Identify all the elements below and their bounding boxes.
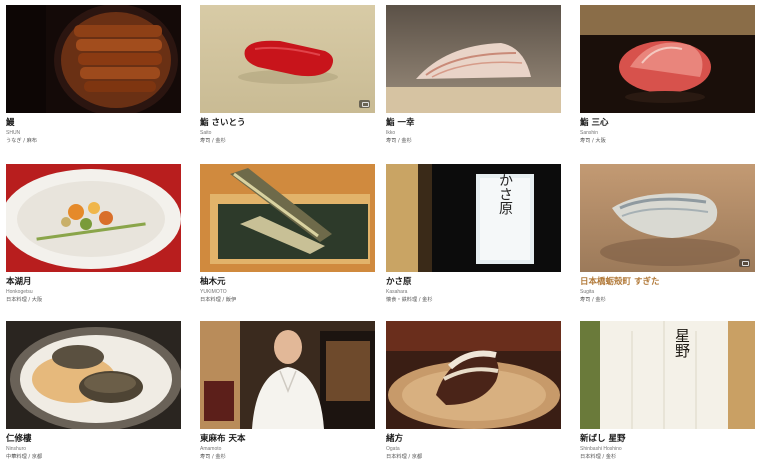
- restaurant-photo[interactable]: [386, 5, 561, 113]
- restaurant-photo[interactable]: [580, 5, 755, 113]
- restaurant-photo[interactable]: かさ原: [386, 164, 561, 272]
- restaurant-photo[interactable]: [200, 164, 375, 272]
- restaurant-name[interactable]: 新ばし 星野: [580, 434, 755, 445]
- restaurant-romanized-name: Ninshuro: [6, 446, 27, 452]
- restaurant-name[interactable]: 鮨 三心: [580, 118, 755, 129]
- restaurant-category: 日本料理 / 金杉: [580, 454, 617, 460]
- restaurant-card-ikko[interactable]: 鮨 一幸 Ikko 寿司 / 金杉: [386, 5, 561, 145]
- noren-text: 星野: [673, 328, 691, 358]
- restaurant-romanized-name: Shinbashi Hoshino: [580, 446, 622, 452]
- restaurant-grid: 鰻 SHUN うなぎ / 麻布 鮨 さいとう Saito 寿司 / 金杉 鮨 一…: [0, 0, 762, 473]
- restaurant-romanized-name: Kasahara: [386, 289, 408, 295]
- restaurant-category: 寿司 / 金杉: [386, 138, 412, 144]
- restaurant-romanized-name: Ogata: [386, 446, 400, 452]
- restaurant-card-saito[interactable]: 鮨 さいとう Saito 寿司 / 金杉: [200, 5, 375, 145]
- restaurant-romanized-name: Sugita: [580, 289, 595, 295]
- restaurant-card-honkogetsu[interactable]: 本湖月 Honkogetsu 日本料理 / 大阪: [6, 164, 181, 304]
- restaurant-photo[interactable]: [580, 164, 755, 272]
- restaurant-name[interactable]: 鰻: [6, 118, 181, 129]
- restaurant-romanized-name: YUKIMOTO: [200, 289, 227, 295]
- restaurant-photo[interactable]: [6, 164, 181, 272]
- restaurant-category: 寿司 / 大阪: [580, 138, 606, 144]
- restaurant-name[interactable]: 緒方: [386, 434, 561, 445]
- restaurant-card-shun[interactable]: 鰻 SHUN うなぎ / 麻布: [6, 5, 181, 145]
- restaurant-romanized-name: Amamoto: [200, 446, 222, 452]
- restaurant-category: 寿司 / 金杉: [200, 454, 226, 460]
- restaurant-category: 日本料理 / 飯伊: [200, 297, 237, 303]
- restaurant-card-amamoto[interactable]: 東麻布 天本 Amamoto 寿司 / 金杉: [200, 321, 375, 461]
- restaurant-card-kasahara[interactable]: かさ原 かさ原 Kasahara 懐食・鉄料理 / 金杉: [386, 164, 561, 304]
- restaurant-card-ogata[interactable]: 緒方 Ogata 日本料理 / 京都: [386, 321, 561, 461]
- restaurant-name[interactable]: 本湖月: [6, 277, 181, 288]
- gallery-icon[interactable]: [739, 259, 750, 267]
- restaurant-photo[interactable]: [200, 321, 375, 429]
- restaurant-photo[interactable]: [386, 321, 561, 429]
- restaurant-category: 懐食・鉄料理 / 金杉: [386, 297, 433, 303]
- restaurant-name[interactable]: 柚木元: [200, 277, 375, 288]
- restaurant-name[interactable]: 東麻布 天本: [200, 434, 375, 445]
- restaurant-category: 寿司 / 金杉: [580, 297, 606, 303]
- restaurant-category: 寿司 / 金杉: [200, 138, 226, 144]
- restaurant-name[interactable]: 鮨 一幸: [386, 118, 561, 129]
- sign-text: かさ原: [497, 173, 513, 215]
- restaurant-card-ninshuro[interactable]: 仁修樓 Ninshuro 中華料理 / 京都: [6, 321, 181, 461]
- restaurant-photo[interactable]: 星野: [580, 321, 755, 429]
- restaurant-category: 日本料理 / 大阪: [6, 297, 43, 303]
- restaurant-photo[interactable]: [6, 321, 181, 429]
- restaurant-name[interactable]: かさ原: [386, 277, 561, 288]
- restaurant-name[interactable]: 仁修樓: [6, 434, 181, 445]
- restaurant-romanized-name: Sanshin: [580, 130, 599, 136]
- restaurant-card-sanshin[interactable]: 鮨 三心 Sanshin 寿司 / 大阪: [580, 5, 755, 145]
- restaurant-name[interactable]: 日本橋蛎殻町 すぎた: [580, 277, 755, 288]
- restaurant-photo[interactable]: [200, 5, 375, 113]
- restaurant-card-shinbashi-hoshino[interactable]: 星野 新ばし 星野 Shinbashi Hoshino 日本料理 / 金杉: [580, 321, 755, 461]
- restaurant-romanized-name: SHUN: [6, 130, 21, 136]
- restaurant-name[interactable]: 鮨 さいとう: [200, 118, 375, 129]
- restaurant-category: うなぎ / 麻布: [6, 138, 37, 144]
- restaurant-photo[interactable]: [6, 5, 181, 113]
- restaurant-category: 日本料理 / 京都: [386, 454, 423, 460]
- restaurant-card-yukimoto[interactable]: 柚木元 YUKIMOTO 日本料理 / 飯伊: [200, 164, 375, 304]
- restaurant-romanized-name: Saito: [200, 130, 212, 136]
- restaurant-romanized-name: Ikko: [386, 130, 396, 136]
- restaurant-card-sugita[interactable]: 日本橋蛎殻町 すぎた Sugita 寿司 / 金杉: [580, 164, 755, 304]
- restaurant-category: 中華料理 / 京都: [6, 454, 43, 460]
- gallery-icon[interactable]: [359, 100, 370, 108]
- restaurant-romanized-name: Honkogetsu: [6, 289, 33, 295]
